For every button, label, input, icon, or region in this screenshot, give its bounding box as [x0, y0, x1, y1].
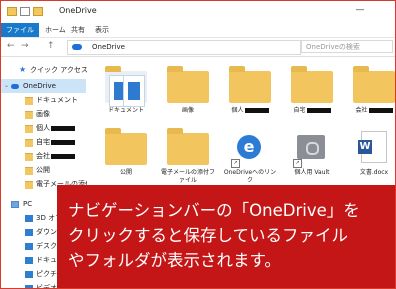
callout-line: ナビゲーションバーの「OneDrive」を [68, 201, 360, 220]
tile-label: 個人用 Vault [294, 169, 330, 176]
quick-access-toolbar [7, 7, 43, 16]
onedrive-cloud-icon [72, 44, 82, 50]
tile-label: 自宅 [283, 107, 341, 115]
tile-label: ドキュメント [107, 107, 144, 114]
folder-icon [105, 66, 147, 107]
tile-label: 公開 [119, 169, 132, 176]
callout-line: やフォルダが表示されます。 [68, 251, 281, 270]
document-preview [123, 75, 145, 107]
folder-icon [25, 111, 33, 119]
sidebar-item-quick-access[interactable]: ★ クイック アクセス [1, 63, 88, 77]
picture-icon [25, 271, 33, 278]
redaction-bar [368, 108, 393, 113]
folder-icon [7, 7, 17, 16]
folder-icon [353, 66, 395, 103]
tab-home[interactable]: ホーム [45, 23, 66, 37]
title-bar: OneDrive — [1, 1, 395, 23]
sidebar-item-label: 会社 [36, 149, 75, 163]
minimize-button[interactable]: — [353, 5, 367, 17]
back-button[interactable]: ← [7, 41, 15, 51]
folder-icon [25, 97, 33, 105]
new-folder-icon[interactable] [33, 7, 43, 16]
folder-icon [25, 139, 33, 147]
sidebar-item-public[interactable]: 公開 [1, 163, 86, 177]
folder-icon [25, 181, 33, 189]
sidebar-item-label: 個人 [36, 121, 75, 135]
tile-label: 電子メールの添付ファイル [160, 169, 215, 184]
tab-view[interactable]: 表示 [95, 23, 109, 37]
chevron-down-icon[interactable]: ⌄ [4, 79, 9, 93]
tile-label: 個人 [221, 107, 279, 115]
sidebar-item-pictures[interactable]: 画像 [1, 107, 86, 121]
edge-icon: e [237, 135, 261, 159]
sidebar-item-label: ビデオ [36, 284, 57, 289]
folder-tile-company[interactable]: 会社 [349, 63, 395, 133]
sidebar-item-documents[interactable]: ドキュメント [1, 93, 86, 107]
window-title: OneDrive [59, 6, 97, 15]
tile-label: OneDriveへのリンク [223, 169, 277, 184]
search-input[interactable]: OneDriveの検索 [301, 40, 393, 53]
explorer-window: OneDrive — ファイル ホーム 共有 表示 ← → ↑ OneDrive… [0, 0, 396, 289]
folder-tile-documents[interactable]: ドキュメント [101, 63, 151, 133]
callout-text: ナビゲーションバーの「OneDrive」を クリックすると保存しているファイル … [68, 198, 388, 273]
sidebar-item-label: クイック アクセス [30, 66, 88, 74]
folder-icon [167, 66, 209, 103]
pc-icon [11, 201, 19, 208]
sidebar-item-personal[interactable]: 個人 [1, 121, 86, 135]
up-button[interactable]: ↑ [47, 41, 55, 51]
annotation-callout: ナビゲーションバーの「OneDrive」を クリックすると保存しているファイル … [57, 185, 395, 288]
sidebar-item-label: PC [23, 200, 33, 208]
shortcut-arrow-icon: ↗ [231, 159, 240, 168]
download-icon [25, 229, 33, 236]
tile-label: 会社 [345, 107, 395, 115]
redaction-bar [244, 108, 269, 113]
folder-icon [167, 128, 209, 165]
word-document-icon: W [358, 131, 387, 163]
callout-line: クリックすると保存しているファイル [68, 226, 349, 245]
sidebar-item-onedrive[interactable]: ⌄ OneDrive [1, 79, 86, 93]
address-bar-row: ← → ↑ OneDrive OneDriveの検索 [1, 38, 395, 57]
address-box[interactable]: OneDrive [67, 40, 301, 55]
video-icon [25, 285, 33, 288]
folder-icon [25, 125, 33, 133]
redaction-bar [51, 125, 75, 131]
forward-button[interactable]: → [21, 41, 29, 51]
cloud-icon [11, 84, 19, 89]
sidebar-item-home[interactable]: 自宅 [1, 135, 86, 149]
sidebar-item-label: 自宅 [36, 135, 75, 149]
ribbon: ファイル ホーム 共有 表示 [1, 23, 395, 38]
redaction-bar [51, 153, 75, 159]
tile-label: 文書.docx [359, 169, 389, 176]
folder-tile-home[interactable]: 自宅 [287, 63, 337, 133]
folder-icon [229, 66, 271, 103]
sidebar-item-company[interactable]: 会社 [1, 149, 86, 163]
folder-icon [291, 66, 333, 103]
folder-icon [105, 128, 147, 165]
folder-icon [25, 153, 33, 161]
tile-label: 画像 [181, 107, 194, 114]
address-path: OneDrive [92, 43, 125, 51]
vault-icon [297, 135, 325, 159]
cube-icon [25, 215, 33, 222]
shortcut-arrow-icon: ↗ [293, 159, 302, 168]
folder-icon [25, 167, 33, 175]
sidebar-item-label: ドキュメント [36, 96, 78, 104]
sidebar-item-label: OneDrive [23, 82, 56, 90]
desktop-icon [25, 243, 33, 250]
sidebar-item-label: 公開 [36, 166, 50, 174]
file-tab[interactable]: ファイル [1, 23, 39, 37]
redaction-bar [306, 108, 331, 113]
folder-tile-personal[interactable]: 個人 [225, 63, 275, 133]
tab-share[interactable]: 共有 [71, 23, 85, 37]
properties-icon[interactable] [20, 7, 30, 16]
star-icon: ★ [19, 65, 27, 74]
redaction-bar [51, 139, 75, 145]
document-icon [25, 257, 33, 264]
sidebar-item-label: 画像 [36, 110, 50, 118]
folder-tile-pictures[interactable]: 画像 [163, 63, 213, 133]
